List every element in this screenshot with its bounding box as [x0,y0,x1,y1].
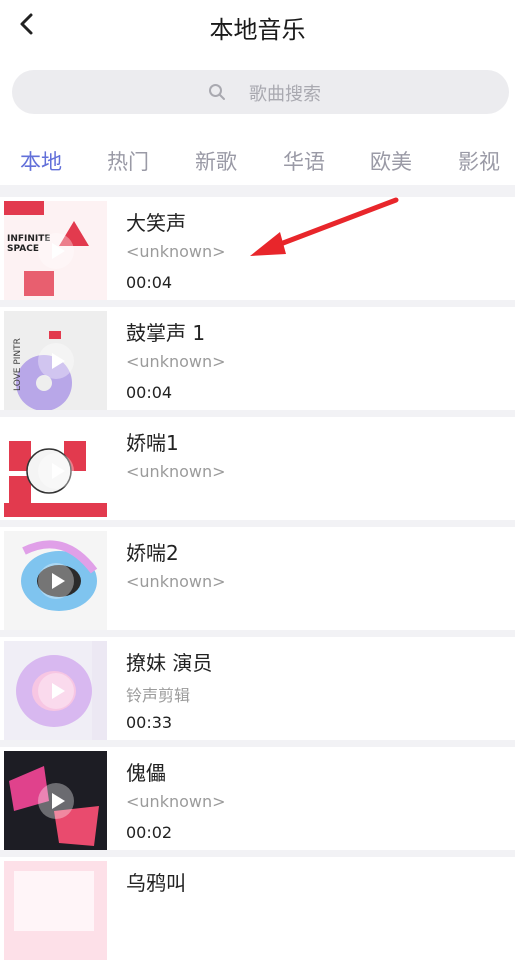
song-duration: 00:02 [126,823,173,842]
song-duration: 00:04 [126,273,173,292]
tab-local[interactable]: 本地 [20,146,62,176]
song-duration: 00:33 [126,713,173,732]
song-title: 乌鸦叫 [126,871,186,895]
tab-new[interactable]: 新歌 [195,146,237,176]
song-cover [4,861,107,960]
search-icon [209,84,225,100]
song-title: 娇喘2 [126,541,179,565]
song-artist: <unknown> [126,242,226,261]
play-icon[interactable] [38,343,74,379]
song-artist: <unknown> [126,792,226,811]
song-artist: <unknown> [126,572,226,591]
song-row[interactable]: INFINITE SPACE 大笑声 <unknown> 00:04 [0,197,515,300]
play-icon[interactable] [38,563,74,599]
song-cover [4,531,107,630]
tab-film[interactable]: 影视 [458,146,500,176]
song-artist: <unknown> [126,462,226,481]
song-cover [4,421,107,520]
song-cover [4,751,107,850]
song-row[interactable]: 娇喘1 <unknown> [0,417,515,520]
song-cover [4,641,107,740]
play-icon[interactable] [38,783,74,819]
song-row[interactable]: 傀儡 <unknown> 00:02 [0,747,515,850]
song-row[interactable]: 撩妹 演员 铃声剪辑 00:33 [0,637,515,740]
song-row[interactable]: LOVE PINTR 鼓掌声 1 <unknown> 00:04 [0,307,515,410]
song-duration: 00:04 [126,383,173,402]
tab-hot[interactable]: 热门 [107,146,149,176]
page-title: 本地音乐 [209,16,306,44]
svg-text:LOVE PINTR: LOVE PINTR [13,338,23,391]
song-cover: INFINITE SPACE [4,201,107,300]
category-tabs: 本地 热门 新歌 华语 欧美 影视 [0,138,515,184]
song-row[interactable]: 娇喘2 <unknown> [0,527,515,630]
song-cover: LOVE PINTR [4,311,107,410]
song-title: 撩妹 演员 [126,651,213,675]
song-title: 娇喘1 [126,431,179,455]
search-input[interactable]: 歌曲搜索 [12,70,509,114]
search-placeholder: 歌曲搜索 [249,84,321,105]
song-title: 鼓掌声 1 [126,321,206,345]
song-title: 大笑声 [126,211,186,235]
play-icon[interactable] [38,673,74,709]
svg-text:SPACE: SPACE [7,244,39,254]
song-row[interactable]: 乌鸦叫 [0,857,515,960]
tab-chinese[interactable]: 华语 [283,146,325,176]
song-artist: 铃声剪辑 [126,686,191,705]
song-artist: <unknown> [126,352,226,371]
app-header: 本地音乐 [0,0,515,50]
song-title: 傀儡 [126,761,166,785]
play-icon[interactable] [38,233,74,269]
tab-western[interactable]: 欧美 [370,146,412,176]
play-icon[interactable] [38,453,74,489]
